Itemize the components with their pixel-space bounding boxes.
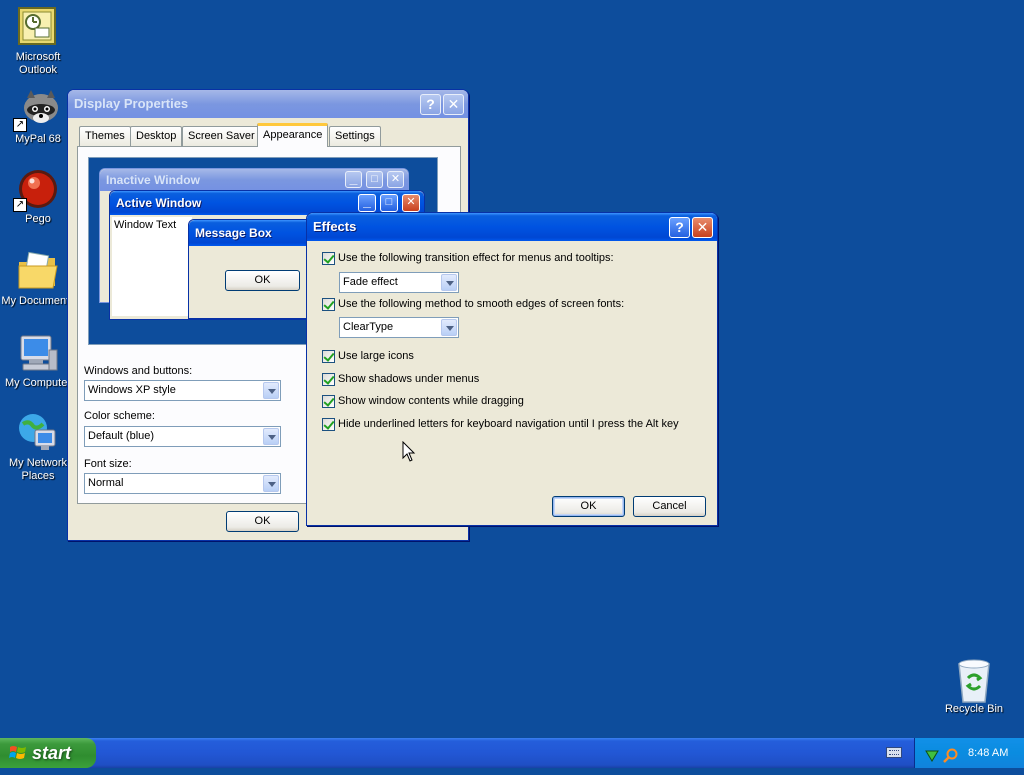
preview-active-title: Active Window — [116, 196, 202, 210]
network-icon — [17, 412, 59, 454]
color-scheme-label: Color scheme: — [84, 410, 155, 422]
shortcut-arrow-icon: ↗ — [13, 118, 27, 132]
windows-buttons-value: Windows XP style — [88, 384, 176, 396]
font-size-select[interactable]: Normal — [84, 473, 281, 494]
menu-shadows-checkbox[interactable] — [322, 373, 335, 386]
transition-effect-select[interactable]: Fade effect — [339, 272, 459, 293]
shortcut-arrow-icon: ↗ — [13, 198, 27, 212]
effects-cancel-button[interactable]: Cancel — [633, 496, 706, 517]
close-icon: ✕ — [387, 171, 404, 188]
start-label: start — [32, 743, 72, 763]
preview-inactive-title: Inactive Window — [106, 173, 200, 187]
color-scheme-value: Default (blue) — [88, 430, 155, 442]
windows-buttons-label: Windows and buttons: — [84, 365, 193, 377]
large-icons-option[interactable]: Use large icons — [322, 350, 414, 364]
system-tray: 8:48 AM — [914, 738, 1024, 768]
desktop-icon-outlook[interactable]: Microsoft Outlook — [0, 6, 78, 77]
preview-window-client: Window Text — [112, 217, 192, 316]
maximize-icon: □ — [380, 194, 398, 212]
tab-themes[interactable]: Themes — [79, 126, 131, 146]
transition-effect-value: Fade effect — [343, 276, 398, 288]
raccoon-icon: ↗ — [13, 88, 59, 132]
minimize-icon: _ — [358, 194, 376, 212]
tab-screen-saver[interactable]: Screen Saver — [182, 126, 261, 146]
tab-appearance[interactable]: Appearance — [257, 123, 329, 147]
close-button[interactable]: ✕ — [692, 217, 713, 238]
effects-body: Use the following transition effect for … — [310, 241, 714, 522]
desktop-icon-label: Microsoft Outlook — [15, 51, 61, 76]
display-properties-titlebar[interactable]: Display Properties ? ✕ — [68, 90, 468, 118]
large-icons-label: Use large icons — [338, 350, 414, 362]
font-size-label: Font size: — [84, 458, 132, 470]
large-icons-checkbox[interactable] — [322, 350, 335, 363]
drag-contents-label: Show window contents while dragging — [338, 395, 524, 407]
preview-message-title: Message Box — [195, 226, 272, 240]
font-smoothing-select[interactable]: ClearType — [339, 317, 459, 338]
maximize-icon: □ — [366, 171, 383, 188]
tray-app-icon[interactable] — [925, 745, 939, 762]
transition-effect-option[interactable]: Use the following transition effect for … — [322, 252, 614, 266]
menu-shadows-option[interactable]: Show shadows under menus — [322, 373, 479, 387]
folder-icon — [17, 250, 59, 292]
help-button[interactable]: ? — [420, 94, 441, 115]
hide-underlines-option[interactable]: Hide underlined letters for keyboard nav… — [322, 418, 679, 432]
outlook-icon — [17, 6, 59, 48]
transition-effect-checkbox[interactable] — [322, 252, 335, 265]
computer-icon — [17, 332, 59, 374]
windows-buttons-select[interactable]: Windows XP style — [84, 380, 281, 401]
font-smoothing-option[interactable]: Use the following method to smooth edges… — [322, 298, 624, 312]
drag-contents-checkbox[interactable] — [322, 395, 335, 408]
hide-underlines-label: Hide underlined letters for keyboard nav… — [338, 418, 679, 430]
preview-inactive-titlebar: Inactive Window _ □ ✕ — [100, 169, 408, 191]
desktop-icon-recycle-bin[interactable]: Recycle Bin — [934, 658, 1014, 716]
windows-flag-icon — [9, 746, 26, 759]
window-title: Display Properties — [74, 96, 189, 111]
chevron-down-icon[interactable] — [263, 428, 279, 445]
display-properties-ok-button[interactable]: OK — [226, 511, 299, 532]
preview-window-text: Window Text — [114, 219, 177, 231]
desktop-icon-label: Recycle Bin — [944, 703, 1004, 715]
taskbar: start 8:48 AM — [0, 738, 1024, 768]
mouse-cursor-icon — [402, 440, 416, 463]
effects-dialog: Effects ? ✕ Use the following transition… — [306, 212, 718, 526]
keyboard-icon[interactable] — [886, 747, 902, 758]
minimize-icon: _ — [345, 171, 362, 188]
help-button[interactable]: ? — [669, 217, 690, 238]
effects-titlebar[interactable]: Effects ? ✕ — [307, 213, 717, 241]
font-size-value: Normal — [88, 477, 124, 489]
chevron-down-icon[interactable] — [263, 475, 279, 492]
menu-shadows-label: Show shadows under menus — [338, 373, 480, 385]
red-ball-icon: ↗ — [13, 168, 59, 212]
font-smoothing-checkbox[interactable] — [322, 298, 335, 311]
preview-ok-button: OK — [225, 270, 300, 291]
hide-underlines-checkbox[interactable] — [322, 418, 335, 431]
transition-effect-label: Use the following transition effect for … — [338, 252, 614, 264]
search-icon[interactable] — [943, 745, 958, 763]
effects-title: Effects — [313, 219, 357, 234]
recycle-bin-icon — [953, 658, 995, 703]
tab-desktop[interactable]: Desktop — [130, 126, 183, 146]
start-button[interactable]: start — [0, 738, 96, 768]
chevron-down-icon[interactable] — [441, 319, 457, 336]
close-button[interactable]: ✕ — [443, 94, 464, 115]
color-scheme-select[interactable]: Default (blue) — [84, 426, 281, 447]
clock[interactable]: 8:48 AM — [968, 738, 1008, 768]
effects-ok-button[interactable]: OK — [552, 496, 625, 517]
drag-contents-option[interactable]: Show window contents while dragging — [322, 395, 524, 409]
chevron-down-icon[interactable] — [441, 274, 457, 291]
tab-settings[interactable]: Settings — [329, 126, 381, 146]
close-icon: ✕ — [402, 194, 420, 212]
font-smoothing-value: ClearType — [343, 321, 394, 333]
chevron-down-icon[interactable] — [263, 382, 279, 399]
font-smoothing-label: Use the following method to smooth edges… — [338, 298, 625, 310]
